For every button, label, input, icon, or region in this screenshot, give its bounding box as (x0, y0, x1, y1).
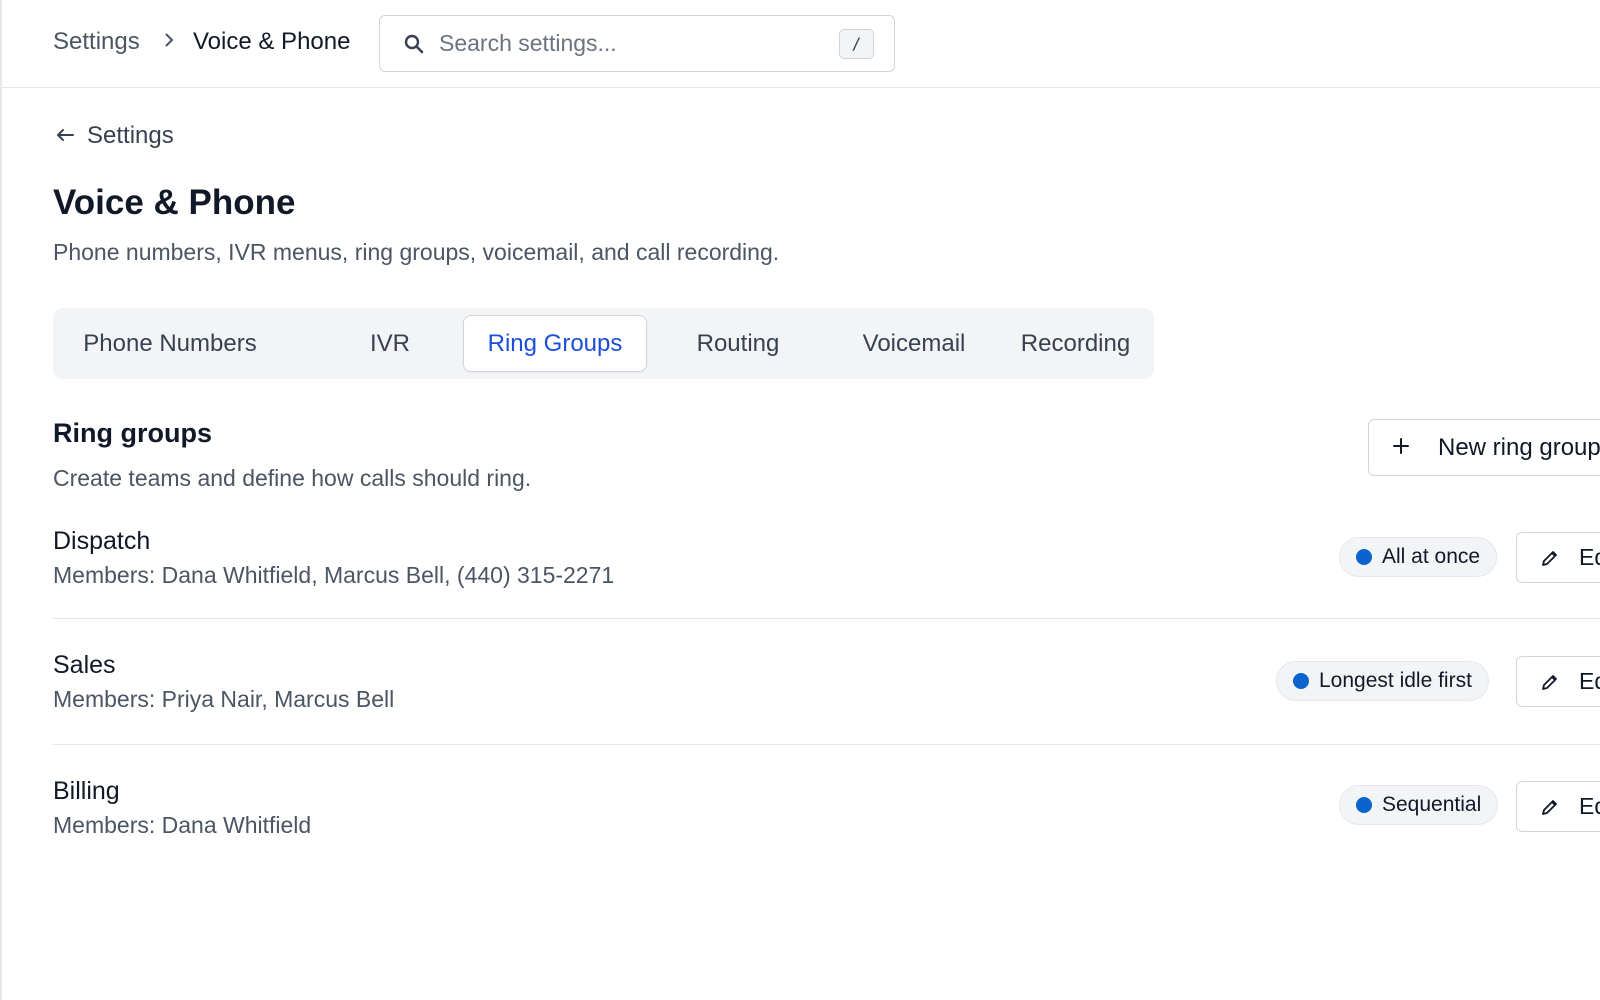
group-members: Members: Dana Whitfield, Marcus Bell, (4… (53, 562, 615, 588)
group-members: Members: Dana Whitfield (53, 812, 312, 838)
top-bar: Settings Voice & Phone Search settings..… (0, 0, 1600, 88)
row-divider (53, 744, 1600, 745)
section-title: Ring groups (53, 418, 212, 448)
pencil-icon (1539, 796, 1561, 818)
back-to-settings-link[interactable]: Settings (55, 120, 174, 152)
tab-phone-numbers[interactable]: Phone Numbers (61, 315, 279, 372)
search-placeholder: Search settings... (439, 30, 617, 56)
edit-label: Edit (1579, 793, 1600, 819)
tab-routing[interactable]: Routing (663, 315, 813, 372)
group-members: Members: Priya Nair, Marcus Bell (53, 686, 395, 712)
arrow-left-icon (55, 123, 75, 149)
tab-ivr[interactable]: IVR (325, 315, 455, 372)
group-name: Billing (53, 777, 120, 805)
group-name: Sales (53, 651, 116, 679)
edit-label: Edit (1579, 668, 1600, 694)
tab-voicemail[interactable]: Voicemail (833, 315, 995, 372)
search-input[interactable]: Search settings... / (379, 15, 895, 72)
group-name: Dispatch (53, 527, 151, 555)
edit-button[interactable]: Edit (1516, 532, 1600, 583)
new-ring-group-button[interactable]: New ring group (1368, 419, 1600, 476)
left-border (0, 0, 2, 1000)
page-title: Voice & Phone (53, 183, 296, 222)
keyboard-shortcut-badge: / (839, 29, 874, 59)
status-dot (1356, 797, 1372, 813)
edit-label: Edit (1579, 544, 1600, 570)
row-divider (53, 618, 1600, 619)
breadcrumb-current: Voice & Phone (193, 28, 351, 55)
tab-bar: Phone Numbers IVR Ring Groups Routing Vo… (53, 308, 1154, 379)
status-dot (1356, 549, 1372, 565)
new-ring-group-label: New ring group (1438, 434, 1600, 461)
edit-button[interactable]: Edit (1516, 781, 1600, 832)
back-link-label: Settings (87, 122, 174, 149)
edit-button[interactable]: Edit (1516, 656, 1600, 707)
strategy-label: Longest idle first (1319, 669, 1472, 692)
pencil-icon (1539, 671, 1561, 693)
status-dot (1293, 673, 1309, 689)
strategy-badge: All at once (1339, 537, 1498, 577)
strategy-label: All at once (1382, 545, 1481, 568)
section-description: Create teams and define how calls should… (53, 465, 532, 491)
tab-ring-groups[interactable]: Ring Groups (463, 315, 647, 372)
strategy-badge: Sequential (1339, 785, 1499, 825)
search-icon (402, 32, 426, 56)
breadcrumb-settings[interactable]: Settings (53, 28, 140, 56)
strategy-label: Sequential (1382, 793, 1482, 816)
plus-icon (1391, 432, 1411, 463)
strategy-badge: Longest idle first (1276, 661, 1489, 701)
page-subtitle: Phone numbers, IVR menus, ring groups, v… (53, 239, 780, 265)
pencil-icon (1539, 547, 1561, 569)
tab-recording[interactable]: Recording (1003, 315, 1148, 372)
chevron-right-icon (162, 30, 176, 56)
